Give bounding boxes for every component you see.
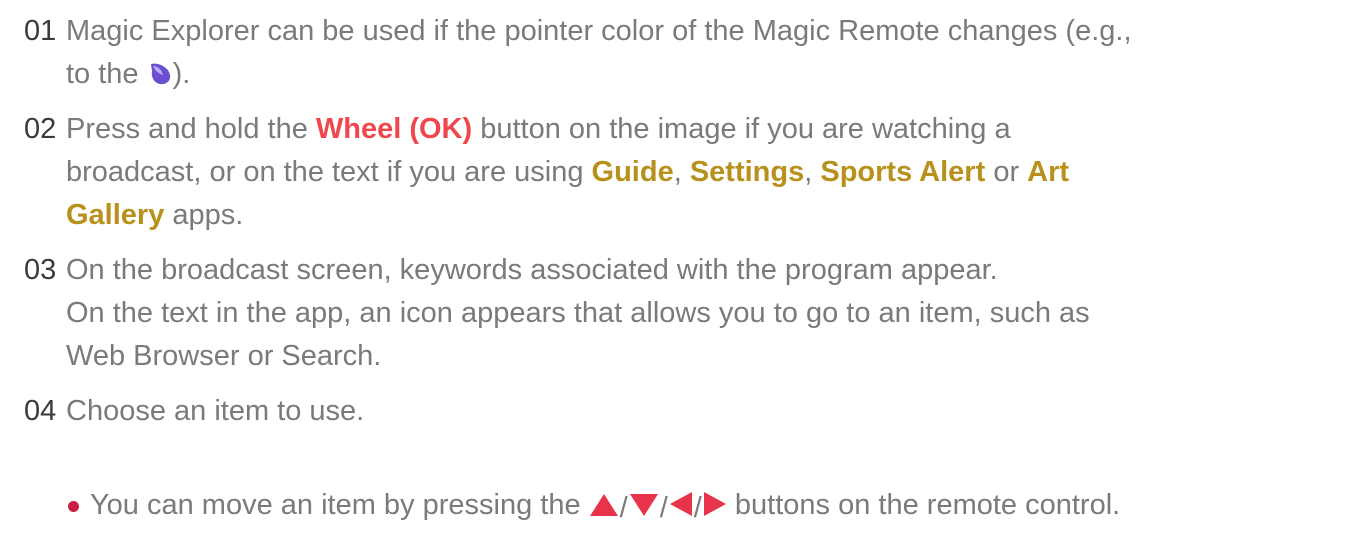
down-arrow-icon bbox=[629, 487, 659, 530]
step-text: ). bbox=[172, 58, 191, 90]
direction-buttons: / / / bbox=[589, 487, 727, 530]
step-number: 02 bbox=[24, 113, 57, 145]
step-line: broadcast, or on the text if you are usi… bbox=[66, 151, 1331, 194]
step-02: 02 Press and hold the Wheel (OK) button … bbox=[0, 108, 1351, 237]
step-text: or bbox=[985, 156, 1028, 188]
bullet-item: You can move an item by pressing the / / /… bbox=[0, 484, 1351, 530]
bullet-dot bbox=[68, 501, 79, 512]
step-number: 03 bbox=[24, 254, 57, 286]
settings-app-label: Settings bbox=[689, 156, 805, 188]
step-text-cont: to the ). bbox=[66, 53, 1331, 100]
bullet-text: You can move an item by pressing the bbox=[90, 489, 589, 521]
step-number: 01 bbox=[24, 15, 57, 47]
step-text: apps. bbox=[164, 199, 244, 231]
sports-alert-app-label: Sports Alert bbox=[820, 156, 986, 188]
right-arrow-icon bbox=[703, 487, 727, 530]
bullet-text: buttons on the remote control. bbox=[726, 489, 1121, 521]
step-text: Magic Explorer can be used if the pointe… bbox=[66, 15, 1132, 47]
art-gallery-app-label-cont: Gallery bbox=[66, 199, 165, 231]
wheel-ok-button-label: Wheel (OK) bbox=[315, 113, 473, 145]
step-text: Web Browser or Search. bbox=[66, 340, 382, 372]
separator: , bbox=[673, 156, 690, 188]
step-text: Choose an item to use. bbox=[66, 395, 365, 427]
step-line: Gallery apps. bbox=[66, 194, 1331, 237]
step-number: 04 bbox=[24, 395, 57, 427]
step-text: On the broadcast screen, keywords associ… bbox=[66, 254, 998, 286]
art-gallery-app-label: Art bbox=[1027, 156, 1070, 188]
left-arrow-icon bbox=[669, 487, 693, 530]
guide-app-label: Guide bbox=[591, 156, 674, 188]
separator: , bbox=[804, 156, 821, 188]
step-text: to the bbox=[66, 58, 147, 90]
step-04: 04 Choose an item to use. bbox=[0, 390, 1351, 433]
step-text: broadcast, or on the text if you are usi… bbox=[66, 156, 592, 188]
magic-pointer-icon bbox=[147, 57, 173, 100]
step-line: Press and hold the Wheel (OK) button on … bbox=[66, 108, 1331, 151]
step-text: button on the image if you are watching … bbox=[472, 113, 1011, 145]
step-01: 01 Magic Explorer can be used if the poi… bbox=[0, 10, 1351, 100]
step-text: On the text in the app, an icon appears … bbox=[66, 297, 1090, 329]
up-arrow-icon bbox=[589, 487, 619, 530]
step-text: Press and hold the bbox=[66, 113, 316, 145]
step-03: 03 On the broadcast screen, keywords ass… bbox=[0, 249, 1351, 378]
